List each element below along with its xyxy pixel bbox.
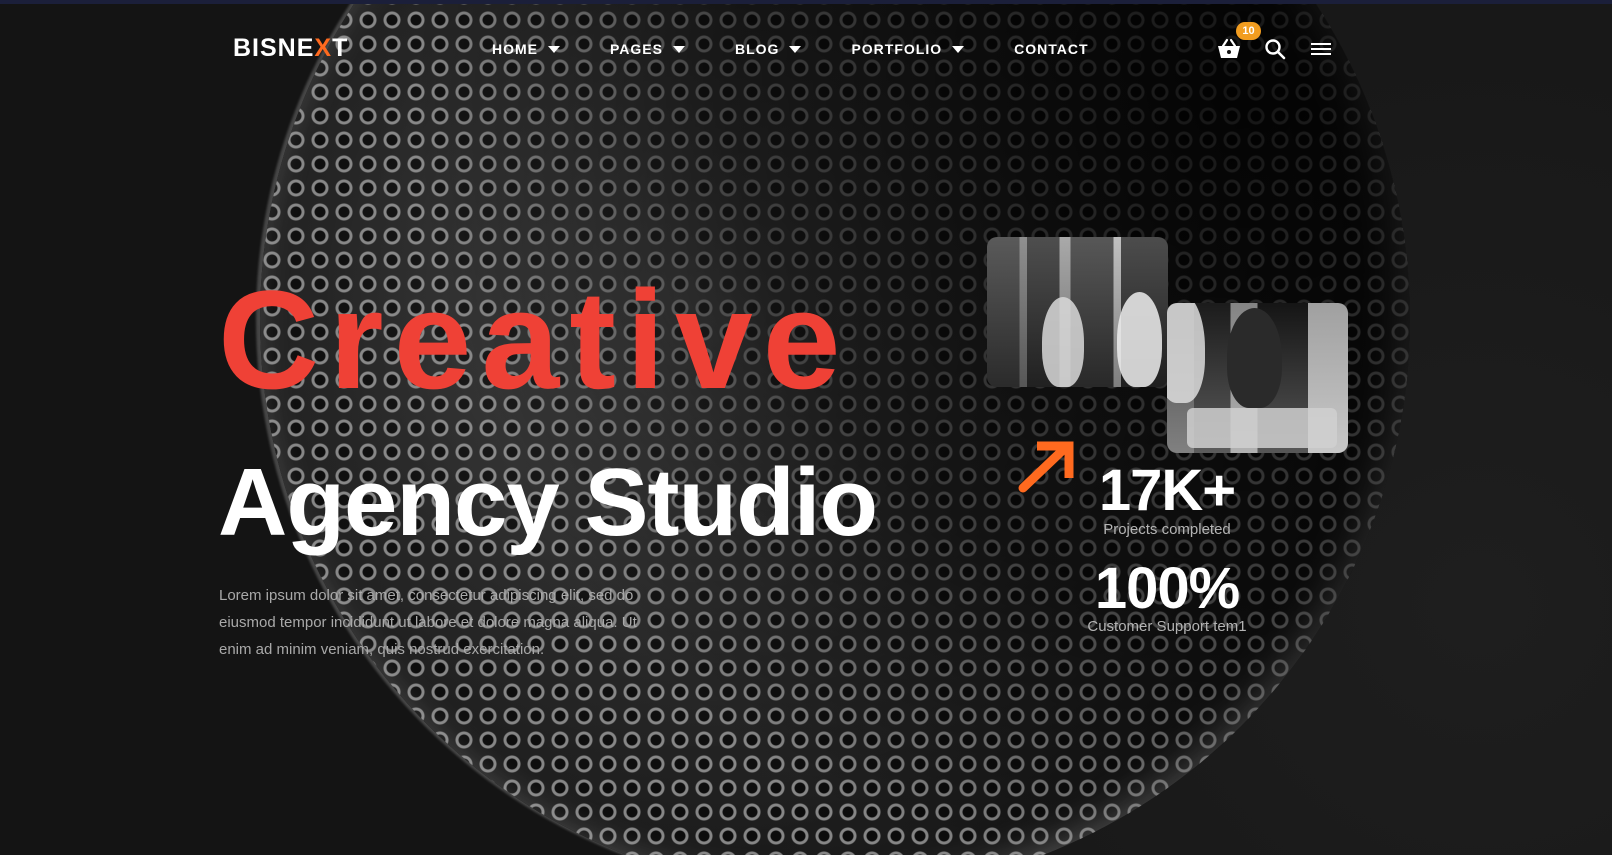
chevron-down-icon [952,45,965,53]
hero-background [0,4,1612,855]
stat-projects-label: Projects completed [1103,521,1231,538]
hero-title-line2: Agency Studio [218,449,878,556]
search-button[interactable] [1262,36,1288,62]
chevron-down-icon [789,45,802,53]
cart-button[interactable] [1216,36,1242,62]
chevron-down-icon [548,45,560,53]
menu-button[interactable] [1308,36,1334,62]
team-photo-right [1167,303,1348,453]
hero-title-line1: Creative [218,261,851,418]
arrow-up-right-icon [1018,441,1074,493]
chevron-down-icon [672,45,685,53]
hero-description: Lorem ipsum dolor sit amet, consectetur … [219,587,637,658]
cart-icon [1218,38,1240,58]
cart-count-badge: 10 [1236,22,1261,40]
team-photo-left [987,237,1168,387]
nav-item-portfolio[interactable]: PORTFOLIO [851,41,965,57]
header-tools [1216,36,1334,62]
logo[interactable]: BISNE X T [233,34,348,62]
search-icon [1265,39,1286,60]
menu-icon [1311,43,1331,55]
nav-item-pages[interactable]: PAGES [610,41,685,57]
main-nav: HOME PAGES BLOG PORTFOLIO CONTACT [492,38,1139,60]
nav-item-contact[interactable]: CONTACT [1014,41,1088,57]
stat-projects-value: 17K+ [1098,458,1236,523]
nav-item-blog[interactable]: BLOG [735,41,802,57]
nav-item-home[interactable]: HOME [492,41,560,57]
stat-support-label: Customer Support tem1 [1087,618,1247,635]
stat-support-value: 100% [1094,556,1240,621]
